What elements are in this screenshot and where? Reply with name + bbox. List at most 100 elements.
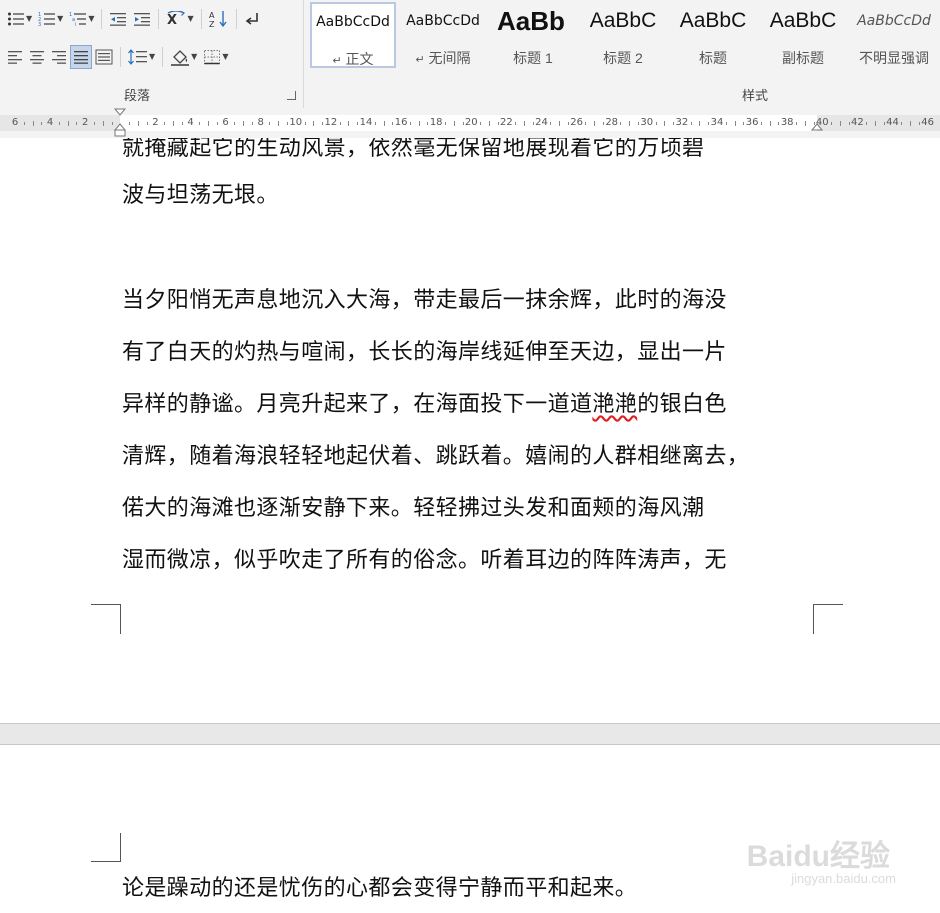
ruler-label: 46 — [921, 117, 934, 128]
crop-mark — [813, 604, 843, 605]
paragraph-group: ▼ 1 2 3 ▼ 1 a i ▼ X ▼ A Z ▼ ▼ ▼ 段落 — [0, 0, 304, 108]
ruler-tick — [409, 122, 411, 125]
align-right-button[interactable] — [48, 45, 70, 69]
ruler-tick — [629, 121, 631, 126]
ruler-tick — [32, 121, 34, 126]
style-label: 无间隔 — [428, 50, 471, 66]
ruler-tick — [673, 122, 675, 125]
ruler-tick — [129, 122, 131, 125]
document-line: 就掩藏起它的生动风景，依然毫无保留地展现着它的万顷碧 — [122, 138, 705, 161]
align-left-button[interactable] — [4, 45, 26, 69]
align-center-button[interactable] — [26, 45, 48, 69]
ruler-label: 34 — [710, 117, 724, 128]
shading-button[interactable]: ▼ — [167, 45, 200, 69]
chinese-layout-button[interactable]: X ▼ — [163, 7, 196, 31]
align-center-icon — [30, 51, 44, 64]
watermark-url: jingyan.baidu.com — [791, 871, 896, 886]
style-title[interactable]: AaBbC 标题 — [670, 2, 756, 68]
chevron-down-icon: ▼ — [149, 52, 156, 61]
show-formatting-marks-button[interactable] — [241, 7, 263, 31]
ruler-label: 36 — [745, 117, 759, 128]
ruler-label: 8 — [257, 117, 264, 128]
styles-group: AaBbCcDd ↵ 正文 AaBbCcDd ↵ 无间隔 AaBb 标题 1 A… — [304, 0, 940, 108]
toolbar-divider — [101, 9, 103, 29]
spellcheck-flagged-word[interactable]: 滟滟 — [592, 392, 637, 417]
ruler-label: 6 — [11, 117, 19, 128]
chevron-down-icon: ▼ — [191, 52, 198, 61]
decrease-indent-button[interactable] — [106, 7, 130, 31]
style-heading-1[interactable]: AaBb 标题 1 — [490, 2, 576, 68]
chevron-down-icon: ▼ — [57, 14, 64, 23]
crop-mark — [91, 604, 121, 605]
ruler-tick — [383, 121, 385, 126]
ruler-tick — [804, 121, 806, 126]
ruler-tick — [874, 121, 876, 126]
ruler-tick — [23, 122, 25, 125]
ruler-label: 20 — [464, 117, 478, 128]
ruler-tick — [418, 121, 420, 126]
document-line: 偌大的海滩也逐渐安静下来。轻轻拂过头发和面颊的海风潮 — [122, 496, 705, 521]
style-label: 副标题 — [782, 50, 824, 66]
ruler-tick — [146, 122, 148, 125]
chinese-layout-icon: X — [167, 11, 186, 27]
ruler-tick — [348, 121, 350, 126]
ruler-tick — [638, 122, 640, 125]
multilevel-list-button[interactable]: 1 a i ▼ — [66, 7, 97, 31]
sort-button[interactable]: A Z — [206, 7, 232, 31]
justify-button[interactable] — [70, 45, 92, 69]
borders-icon — [204, 50, 221, 65]
line-spacing-icon — [128, 49, 147, 65]
chevron-down-icon: ▼ — [88, 14, 95, 23]
ruler-tick — [699, 121, 701, 126]
ruler-tick — [831, 122, 833, 125]
ruler-tick — [901, 122, 903, 125]
style-subtitle[interactable]: AaBbC 副标题 — [760, 2, 846, 68]
ruler-tick — [848, 122, 850, 125]
style-heading-2[interactable]: AaBbC 标题 2 — [580, 2, 666, 68]
ruler-label: 32 — [675, 117, 689, 128]
svg-text:X: X — [167, 13, 177, 27]
crop-mark — [813, 604, 814, 634]
ruler-label: 2 — [82, 117, 89, 128]
ruler-tick — [866, 122, 868, 125]
paragraph-toolbar-row-1: ▼ 1 2 3 ▼ 1 a i ▼ X ▼ A Z — [4, 6, 263, 32]
style-sample: AaBbC — [769, 9, 837, 32]
document-line: 论是躁动的还是忧伤的心都会变得宁静而平和起来。 — [122, 876, 638, 901]
paragraph-dialog-launcher-icon[interactable] — [287, 91, 296, 100]
ruler-label: 38 — [780, 117, 794, 128]
style-no-spacing[interactable]: AaBbCcDd ↵ 无间隔 — [400, 2, 486, 68]
ruler-tick — [427, 122, 429, 125]
horizontal-ruler[interactable]: 6 4 2 2 4 6 8 10 12 14 16 18 20 22 24 26 28 30 32 34 36 38 40 4… — [0, 108, 940, 138]
ruler-tick — [769, 121, 771, 126]
ruler-tick — [453, 121, 455, 126]
ruler-tick — [778, 122, 780, 125]
ruler-tick — [620, 122, 622, 125]
ruler-tick — [208, 121, 210, 126]
increase-indent-button[interactable] — [130, 7, 154, 31]
style-normal[interactable]: AaBbCcDd ↵ 正文 — [310, 2, 396, 68]
right-indent-marker-icon[interactable] — [810, 120, 824, 138]
align-left-icon — [8, 51, 22, 64]
ruler-tick — [734, 121, 736, 126]
numbering-button[interactable]: 1 2 3 ▼ — [35, 7, 66, 31]
borders-button[interactable]: ▼ — [200, 45, 231, 69]
document-area[interactable]: 就掩藏起它的生动风景，依然毫无保留地展现着它的万顷碧 波与坦荡无垠。 当夕阳悄无… — [0, 138, 940, 913]
svg-text:Z: Z — [209, 20, 215, 28]
ruler-tick — [488, 121, 490, 126]
line-spacing-button[interactable]: ▼ — [125, 45, 158, 69]
ruler-label: 12 — [324, 117, 338, 128]
style-sample: AaBbC — [589, 9, 657, 32]
ruler-tick — [67, 121, 69, 126]
ruler-tick — [137, 121, 139, 126]
bullets-button[interactable]: ▼ — [4, 7, 35, 31]
distributed-button[interactable] — [92, 45, 116, 69]
style-subtle-emphasis[interactable]: AaBbCcDd 不明显强调 — [850, 2, 938, 68]
ruler-tick — [251, 122, 253, 125]
ruler-tick — [41, 122, 43, 125]
sort-icon: A Z — [209, 11, 227, 28]
indent-marker-icon[interactable] — [113, 108, 127, 138]
ruler-label: 16 — [394, 117, 408, 128]
ruler-tick — [269, 122, 271, 125]
ruler-tick — [515, 122, 517, 125]
style-sample: AaBb — [497, 6, 565, 36]
